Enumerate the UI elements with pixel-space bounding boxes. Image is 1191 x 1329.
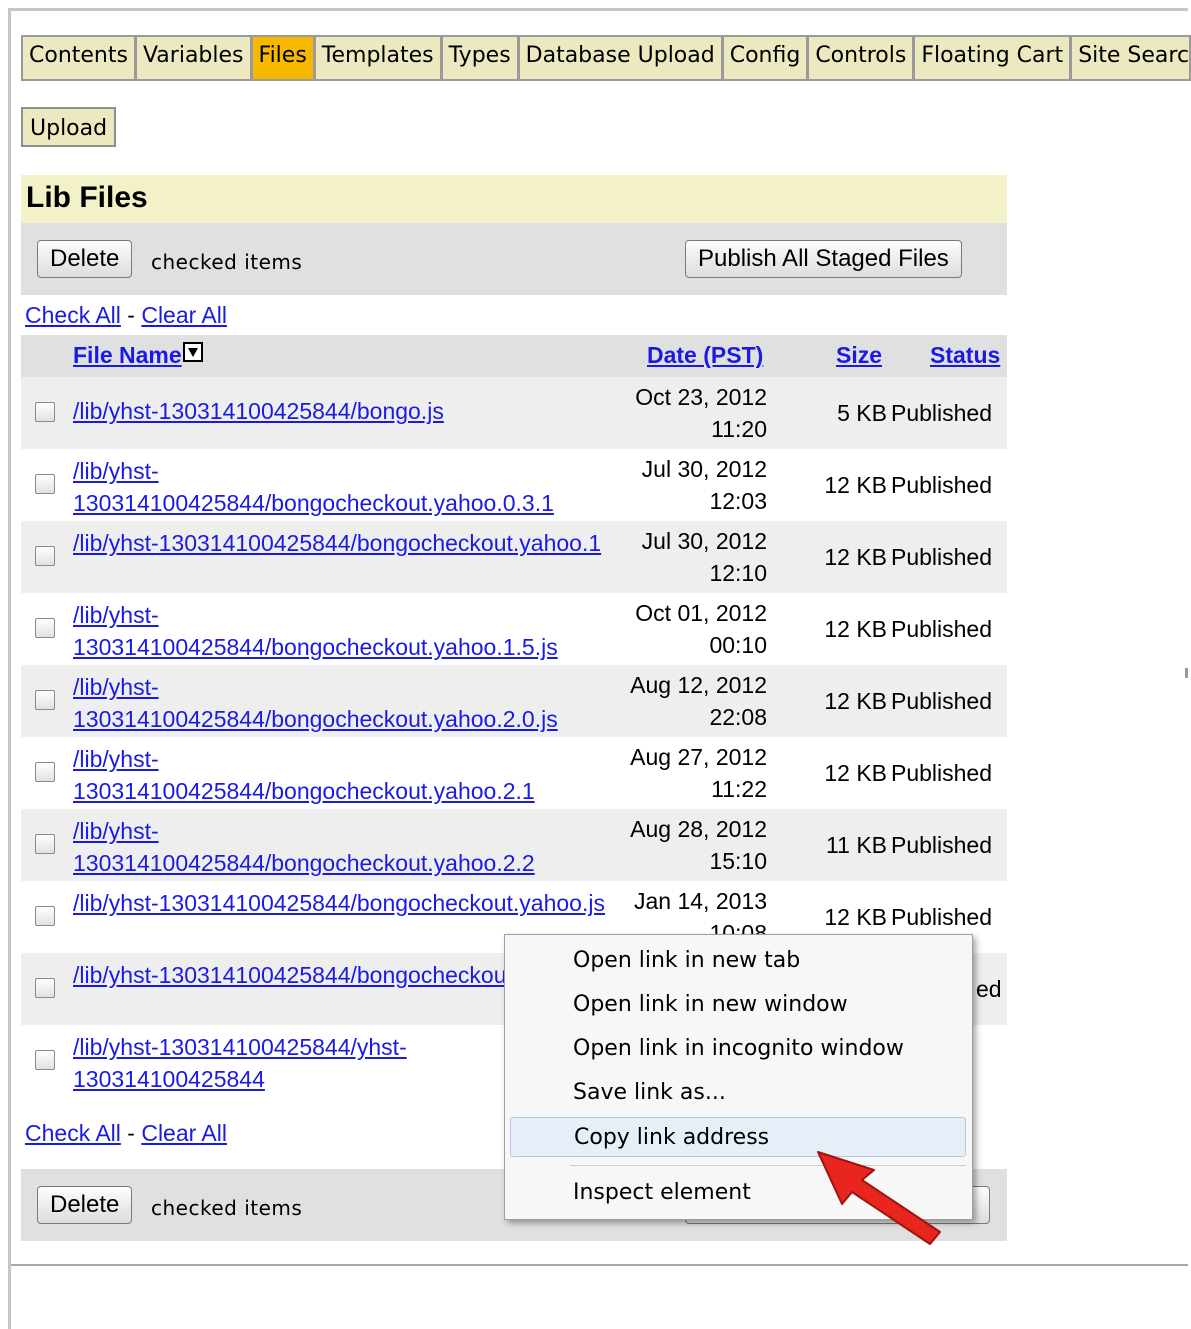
file-status: Published xyxy=(891,400,993,426)
tab-config[interactable]: Config xyxy=(723,37,807,79)
check-all-link[interactable]: Check All xyxy=(25,1120,121,1146)
file-size: 12 KB xyxy=(824,760,887,786)
checked-items-text: checked items xyxy=(151,250,303,274)
tab-contents[interactable]: Contents xyxy=(23,37,134,79)
selection-links-top: Check All - Clear All xyxy=(25,302,227,329)
date-header[interactable]: Date (PST) xyxy=(647,342,763,369)
tab-types[interactable]: Types xyxy=(442,37,517,79)
file-link[interactable]: /lib/yhst-130314100425844/bongocheckout.… xyxy=(73,815,613,879)
row-checkbox[interactable] xyxy=(35,906,55,926)
file-date: Jul 30, 2012 12:10 xyxy=(641,528,767,586)
file-status: Published xyxy=(891,688,993,714)
tab-controls[interactable]: Controls xyxy=(809,37,913,79)
tab-templates[interactable]: Templates xyxy=(315,37,440,79)
table-header: File Name Date (PST) Size Status xyxy=(21,335,1007,377)
delete-button-top[interactable]: Delete xyxy=(37,240,133,278)
file-date: Aug 12, 2012 22:08 xyxy=(630,672,767,730)
tab-variables[interactable]: Variables xyxy=(136,37,250,79)
sort-dropdown-icon[interactable] xyxy=(183,342,203,362)
section-title: Lib Files xyxy=(26,181,148,214)
file-date: Jul 30, 2012 12:03 xyxy=(641,456,767,514)
check-all-link[interactable]: Check All xyxy=(25,302,121,328)
link-separator: - xyxy=(127,302,135,328)
row-checkbox[interactable] xyxy=(35,474,55,494)
file-status: ed xyxy=(976,976,1002,1002)
file-status: Published xyxy=(891,616,993,642)
clear-all-link[interactable]: Clear All xyxy=(141,1120,227,1146)
publish-all-button[interactable]: Publish All Staged Files xyxy=(685,240,962,278)
checked-items-text: checked items xyxy=(151,1196,303,1220)
file-status: Published xyxy=(891,832,993,858)
file-size: 12 KB xyxy=(824,688,887,714)
menu-open-new-tab[interactable]: Open link in new tab xyxy=(505,941,972,981)
window-frame-top xyxy=(8,8,1188,11)
tab-database-upload[interactable]: Database Upload xyxy=(519,37,721,79)
scroll-edge-mark xyxy=(1185,668,1188,678)
row-checkbox[interactable] xyxy=(35,1050,55,1070)
page-divider xyxy=(11,1264,1188,1266)
file-status: Published xyxy=(891,760,993,786)
file-link[interactable]: /lib/yhst-130314100425844/yhst-130314100… xyxy=(73,1031,463,1095)
file-link[interactable]: /lib/yhst-130314100425844/bongocheckout.… xyxy=(73,887,613,919)
file-date: Aug 27, 2012 11:22 xyxy=(630,744,767,802)
menu-open-incognito[interactable]: Open link in incognito window xyxy=(505,1029,972,1069)
window-frame-left xyxy=(8,8,11,1329)
row-checkbox[interactable] xyxy=(35,618,55,638)
upload-button[interactable]: Upload xyxy=(21,107,117,147)
tab-bar: Contents Variables Files Templates Types… xyxy=(21,35,1191,81)
table-row: /lib/yhst-130314100425844/bongocheckout.… xyxy=(21,593,1007,665)
file-link[interactable]: /lib/yhst-130314100425844/bongo.js xyxy=(73,395,613,427)
status-header[interactable]: Status xyxy=(930,342,1000,369)
file-date: Aug 28, 2012 15:10 xyxy=(630,816,767,874)
row-checkbox[interactable] xyxy=(35,762,55,782)
file-link[interactable]: /lib/yhst-130314100425844/bongocheckout.… xyxy=(73,743,613,807)
section-header: Lib Files xyxy=(21,175,1007,223)
file-size: 12 KB xyxy=(824,616,887,642)
file-status: Published xyxy=(891,472,993,498)
row-checkbox[interactable] xyxy=(35,834,55,854)
table-row: /lib/yhst-130314100425844/bongocheckout.… xyxy=(21,449,1007,521)
row-checkbox[interactable] xyxy=(35,402,55,422)
selection-links-bottom: Check All - Clear All xyxy=(25,1120,227,1147)
row-checkbox[interactable] xyxy=(35,546,55,566)
actions-bar-top: Delete checked items Publish All Staged … xyxy=(21,223,1007,295)
file-size: 12 KB xyxy=(824,472,887,498)
file-link[interactable]: /lib/yhst-130314100425844/bongocheckout.… xyxy=(73,455,613,519)
table-row: /lib/yhst-130314100425844/bongo.js Oct 2… xyxy=(21,377,1007,449)
menu-save-link-as[interactable]: Save link as... xyxy=(505,1073,972,1113)
file-status: Published xyxy=(891,544,993,570)
file-date: Oct 01, 2012 00:10 xyxy=(635,600,767,658)
delete-button-bottom[interactable]: Delete xyxy=(37,1186,133,1224)
size-header[interactable]: Size xyxy=(836,342,882,369)
table-row: /lib/yhst-130314100425844/bongocheckout.… xyxy=(21,809,1007,881)
file-link[interactable]: /lib/yhst-130314100425844/bongocheckout.… xyxy=(73,527,613,559)
file-link[interactable]: /lib/yhst-130314100425844/bongocheckout.… xyxy=(73,599,613,663)
row-checkbox[interactable] xyxy=(35,690,55,710)
link-separator: - xyxy=(127,1120,135,1146)
row-checkbox[interactable] xyxy=(35,978,55,998)
table-row: /lib/yhst-130314100425844/bongocheckout.… xyxy=(21,521,1007,593)
file-size: 11 KB xyxy=(826,832,887,858)
file-size: 5 KB xyxy=(837,400,887,426)
annotation-arrow-icon xyxy=(817,1151,941,1245)
tab-floating-cart[interactable]: Floating Cart xyxy=(915,37,1070,79)
clear-all-link[interactable]: Clear All xyxy=(141,302,227,328)
table-row: /lib/yhst-130314100425844/bongocheckout.… xyxy=(21,665,1007,737)
tab-files[interactable]: Files xyxy=(252,37,313,79)
tab-site-search-settings[interactable]: Site Search Settings xyxy=(1072,37,1189,79)
file-name-header[interactable]: File Name xyxy=(73,342,182,369)
table-row: /lib/yhst-130314100425844/bongocheckout.… xyxy=(21,737,1007,809)
file-link[interactable]: /lib/yhst-130314100425844/bongocheckout.… xyxy=(73,671,613,735)
menu-open-new-window[interactable]: Open link in new window xyxy=(505,985,972,1025)
file-size: 12 KB xyxy=(824,544,887,570)
file-date: Oct 23, 2012 11:20 xyxy=(635,384,767,442)
